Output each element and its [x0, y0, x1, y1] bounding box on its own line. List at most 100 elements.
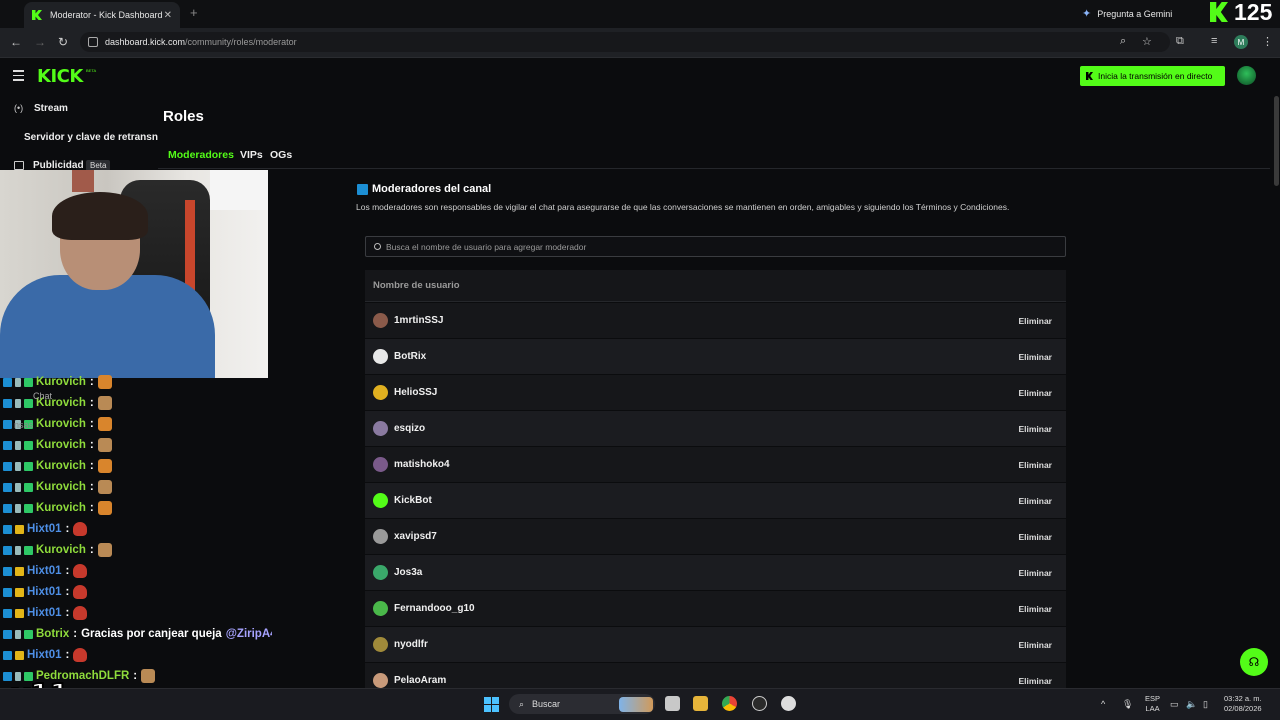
file-explorer-icon[interactable]: [693, 696, 708, 711]
kick-logo[interactable]: KICK: [37, 66, 83, 87]
task-view-icon[interactable]: [665, 696, 680, 711]
user-avatar-icon: [373, 673, 388, 688]
ghost-chat-label: Chat: [33, 391, 53, 401]
og-badge-icon: [24, 629, 33, 639]
chat-username[interactable]: Botrix: [36, 628, 69, 640]
moderator-username[interactable]: matishoko4: [394, 459, 450, 470]
support-chat-button[interactable]: ☊: [1240, 648, 1268, 676]
mush-emote-icon: [73, 648, 88, 662]
tab-vips[interactable]: VIPs: [240, 149, 263, 161]
moderator-username[interactable]: BotRix: [394, 351, 426, 362]
remove-moderator-button[interactable]: Eliminar: [1018, 352, 1052, 362]
menu-hamburger-icon[interactable]: [13, 70, 24, 84]
page-title: Roles: [163, 108, 204, 125]
chat-username[interactable]: Hixt01: [27, 586, 62, 598]
table-row: xavipsd7 Eliminar: [365, 519, 1066, 555]
reload-icon[interactable]: ↻: [58, 35, 68, 49]
extensions-icon[interactable]: ⧉: [1176, 35, 1184, 48]
close-tab-icon[interactable]: ✕: [164, 10, 172, 21]
chat-username[interactable]: Kurovich: [36, 376, 86, 388]
sword-badge-icon: [15, 440, 21, 450]
address-bar[interactable]: dashboard.kick.com/community/roles/moder…: [80, 32, 1170, 52]
moderator-username[interactable]: esqizo: [394, 423, 425, 434]
browser-tab[interactable]: Moderator - Kick Dashboard ✕: [24, 2, 180, 28]
remove-moderator-button[interactable]: Eliminar: [1018, 496, 1052, 506]
remove-moderator-button[interactable]: Eliminar: [1018, 532, 1052, 542]
chat-username[interactable]: Kurovich: [36, 502, 86, 514]
back-icon[interactable]: ←: [10, 35, 22, 49]
menu-kebab-icon[interactable]: ⋮: [1262, 35, 1273, 48]
go-live-button[interactable]: Inicia la transmisión en directo: [1080, 66, 1225, 86]
chat-username[interactable]: Kurovich: [36, 460, 86, 472]
chat-username[interactable]: Kurovich: [36, 418, 86, 430]
chat-username[interactable]: Kurovich: [36, 544, 86, 556]
add-moderator-search[interactable]: Busca el nombre de usuario para agregar …: [365, 236, 1066, 257]
moderator-username[interactable]: KickBot: [394, 495, 432, 506]
chat-separator: :: [73, 628, 78, 640]
chat-mention[interactable]: @ZiripA420: [226, 628, 272, 640]
microphone-icon[interactable]: 🎙: [1122, 699, 1133, 710]
moderator-username[interactable]: xavipsd7: [394, 531, 437, 542]
chat-separator: :: [89, 376, 94, 388]
sword-badge-icon: [15, 398, 21, 408]
forward-icon[interactable]: →: [34, 35, 46, 49]
taskbar-search[interactable]: ⌕ Buscar: [509, 694, 655, 714]
sidebar-item-stream[interactable]: Stream: [34, 103, 68, 114]
media-player-icon[interactable]: [781, 696, 796, 711]
chat-username[interactable]: Kurovich: [36, 439, 86, 451]
moderator-username[interactable]: Fernandooo_g10: [394, 603, 475, 614]
bookmark-star-icon[interactable]: ☆: [1142, 35, 1152, 48]
zoom-icon[interactable]: ⌕: [1120, 35, 1126, 48]
remove-moderator-button[interactable]: Eliminar: [1018, 424, 1052, 434]
user-avatar-icon: [373, 385, 388, 400]
chat-username[interactable]: Hixt01: [27, 649, 62, 661]
remove-moderator-button[interactable]: Eliminar: [1018, 676, 1052, 686]
moderator-badge-icon: [3, 377, 12, 387]
chat-username[interactable]: Hixt01: [27, 565, 62, 577]
media-controls-icon[interactable]: ≡: [1211, 35, 1217, 47]
chat-username[interactable]: Hixt01: [27, 523, 62, 535]
clock[interactable]: 03:32 a. m. 02/08/2026: [1224, 694, 1262, 714]
moderator-username[interactable]: Jos3a: [394, 567, 422, 578]
sidebar-item-stream-key[interactable]: Servidor y clave de retransn: [24, 132, 158, 143]
remove-moderator-button[interactable]: Eliminar: [1018, 604, 1052, 614]
moderator-username[interactable]: 1mrtinSSJ: [394, 315, 443, 326]
tab-ogs[interactable]: OGs: [270, 149, 292, 161]
obs-icon[interactable]: [752, 696, 767, 711]
tray-overflow-icon[interactable]: ^: [1101, 699, 1105, 709]
chrome-icon[interactable]: [722, 696, 737, 711]
kick-icon: [1086, 72, 1093, 80]
profile-avatar[interactable]: M: [1234, 35, 1248, 49]
moderator-username[interactable]: PelaoAram: [394, 675, 446, 686]
moderator-username[interactable]: HelioSSJ: [394, 387, 437, 398]
windows-start-icon[interactable]: [484, 697, 499, 712]
logo-beta-badge: BETA: [86, 68, 97, 73]
chat-message: Hixt01:: [3, 582, 88, 602]
remove-moderator-button[interactable]: Eliminar: [1018, 460, 1052, 470]
network-icon[interactable]: ▭: [1170, 699, 1179, 710]
site-info-icon[interactable]: [88, 37, 98, 47]
remove-moderator-button[interactable]: Eliminar: [1018, 388, 1052, 398]
chat-message: Hixt01:: [3, 561, 88, 581]
remove-moderator-button[interactable]: Eliminar: [1018, 640, 1052, 650]
user-avatar-icon: [373, 601, 388, 616]
remove-moderator-button[interactable]: Eliminar: [1018, 316, 1052, 326]
user-avatar-icon: [373, 493, 388, 508]
battery-icon[interactable]: ▯: [1203, 699, 1208, 710]
scrollbar[interactable]: [1274, 96, 1279, 186]
gemini-button[interactable]: ✦ Pregunta a Gemini: [1082, 7, 1172, 20]
new-tab-button[interactable]: +: [190, 5, 198, 20]
sword-badge-icon: [15, 629, 21, 639]
search-highlight-image: [619, 696, 653, 712]
user-avatar[interactable]: [1237, 66, 1256, 85]
volume-icon[interactable]: 🔈: [1186, 699, 1197, 710]
remove-moderator-button[interactable]: Eliminar: [1018, 568, 1052, 578]
sword-badge-icon: [15, 545, 21, 555]
moderator-username[interactable]: nyodlfr: [394, 639, 428, 650]
chat-username[interactable]: Hixt01: [27, 607, 62, 619]
input-language[interactable]: ESP LAA: [1145, 694, 1160, 714]
kick-favicon-icon: [32, 10, 42, 20]
tab-moderators[interactable]: Moderadores: [168, 149, 234, 161]
chat-separator: :: [89, 502, 94, 514]
chat-username[interactable]: Kurovich: [36, 481, 86, 493]
